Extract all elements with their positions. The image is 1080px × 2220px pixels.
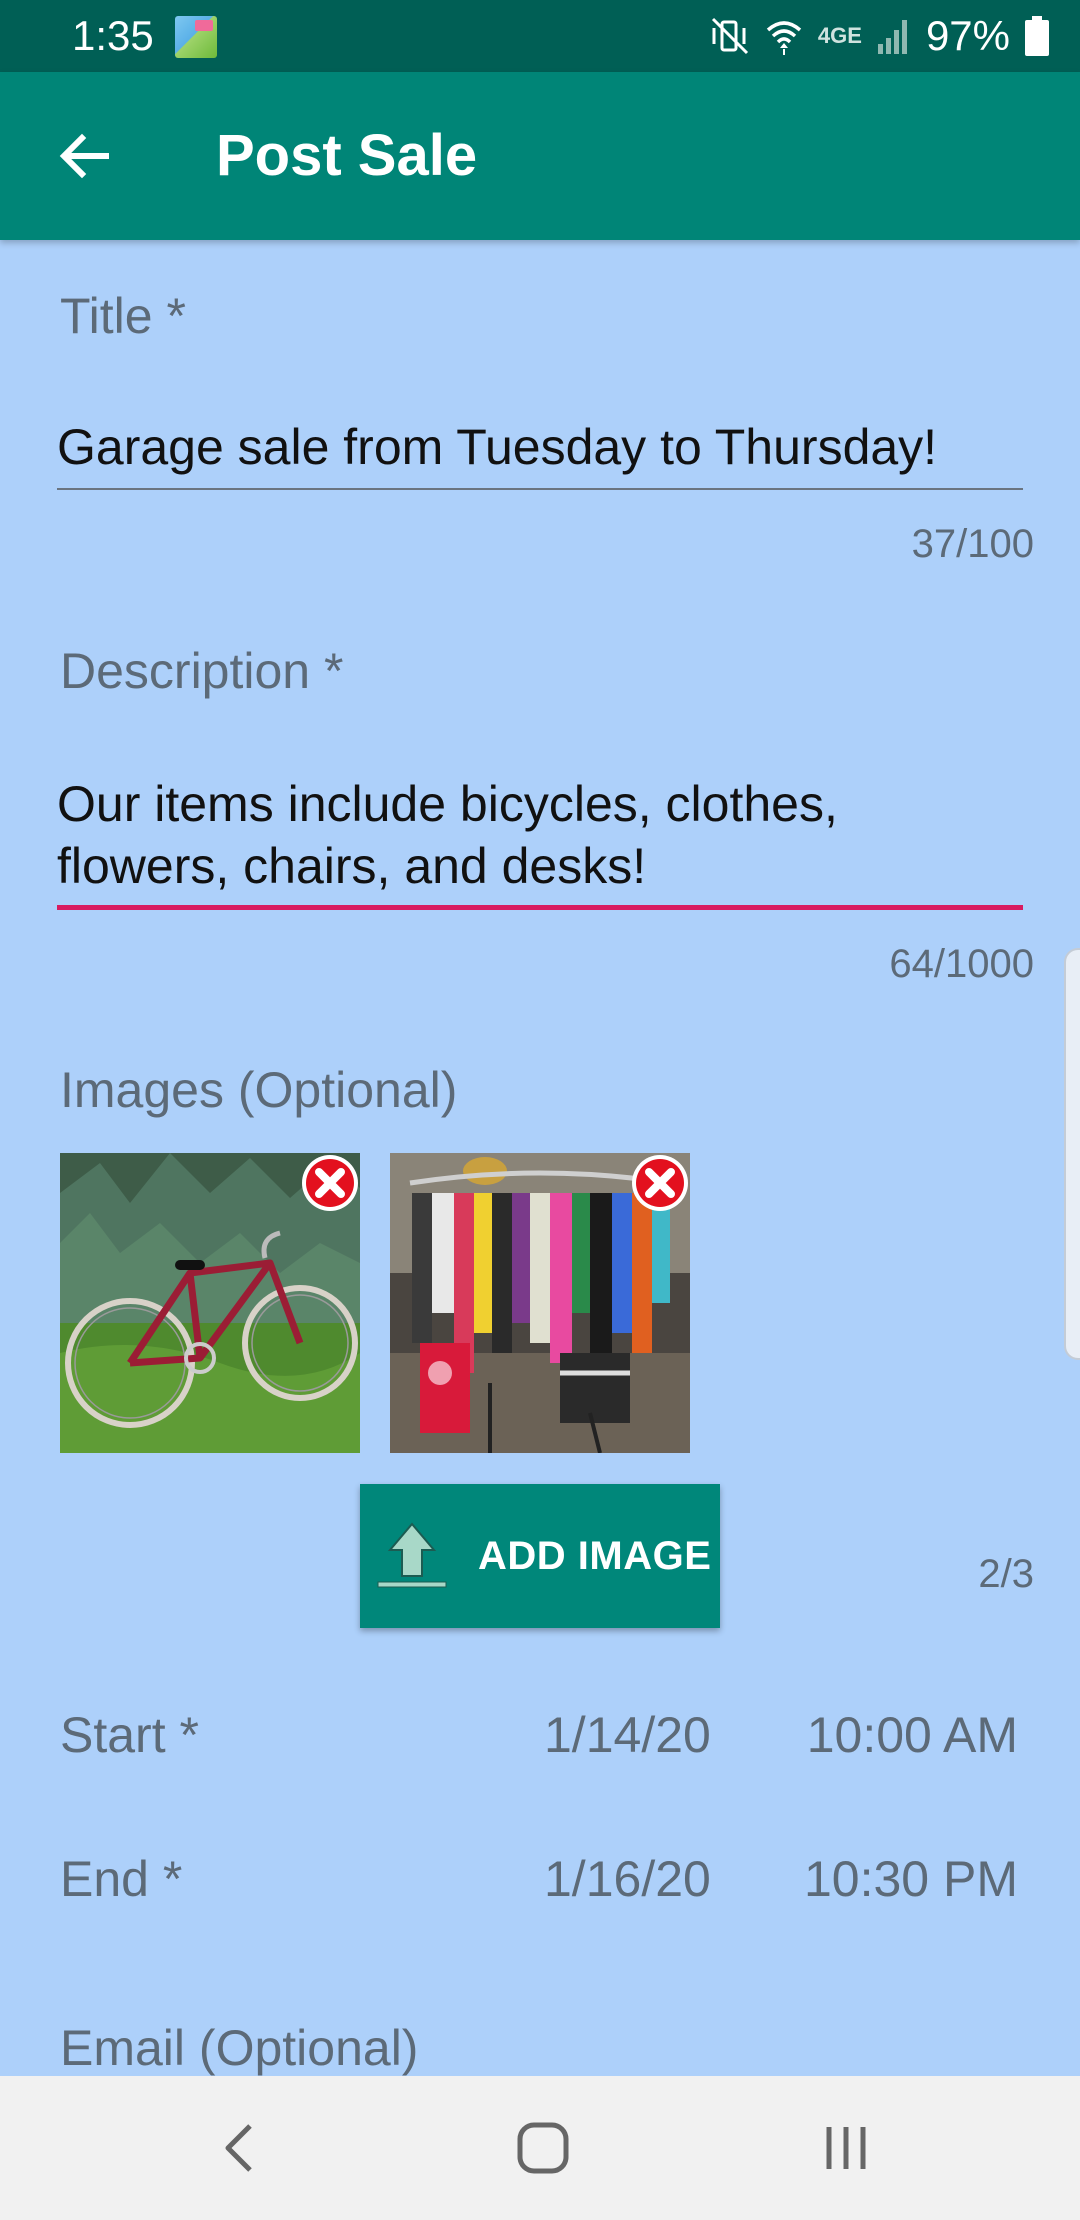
description-label: Description * [60,643,344,699]
add-image-button[interactable]: ADD IMAGE [360,1484,720,1628]
recents-nav-icon [826,2127,866,2169]
start-time[interactable]: 10:00 AM [807,1705,1018,1765]
home-nav-icon [517,2122,569,2174]
email-label: Email (Optional) [60,2020,419,2076]
description-underline [57,905,1023,910]
remove-image-button-2[interactable] [630,1153,690,1213]
back-button[interactable] [40,112,128,200]
page-title: Post Sale [216,123,478,188]
back-nav-icon [225,2124,252,2172]
status-time: 1:35 [72,12,154,59]
description-input[interactable]: Our items include bicycles, clothes, flo… [57,773,1023,897]
start-date[interactable]: 1/14/20 [544,1705,711,1765]
app-bar: Post Sale [0,72,1080,240]
images-label: Images (Optional) [60,1062,458,1118]
scroll-indicator[interactable] [1064,948,1080,1360]
mute-vibrate-icon [711,17,748,55]
add-image-label: ADD IMAGE [478,1534,712,1578]
nav-bar [0,2076,1080,2220]
remove-x-icon [302,1155,358,1211]
description-char-counter: 64/1000 [889,942,1034,986]
end-time[interactable]: 10:30 PM [804,1849,1018,1909]
title-char-counter: 37/100 [911,522,1034,566]
image-thumbnail-clothes[interactable] [390,1153,690,1453]
status-bar: 1:35 4GE 97% [0,0,1080,72]
app-sale-icon [175,16,217,58]
title-input[interactable]: Garage sale from Tuesday to Thursday! [57,416,1023,478]
wifi-icon [766,21,802,55]
remove-x-icon [632,1155,688,1211]
status-icons: 4GE 97% [710,12,1050,60]
signal-icon [877,20,907,54]
title-label: Title * [60,288,186,344]
end-date[interactable]: 1/16/20 [544,1849,711,1909]
image-thumbnail-bicycle[interactable] [60,1153,360,1453]
battery-percent: 97% [925,12,1010,59]
image-counter: 2/3 [978,1552,1034,1596]
arrow-back-icon [59,133,109,179]
end-label: End * [60,1851,183,1907]
start-label: Start * [60,1707,199,1763]
nav-back-button[interactable] [204,2112,276,2184]
upload-icon [377,1522,447,1588]
nav-recents-button[interactable] [810,2112,882,2184]
nav-home-button[interactable] [507,2112,579,2184]
network-type: 4GE [817,23,862,48]
battery-icon [1025,16,1049,56]
title-underline [57,488,1023,490]
remove-image-button-1[interactable] [300,1153,360,1213]
